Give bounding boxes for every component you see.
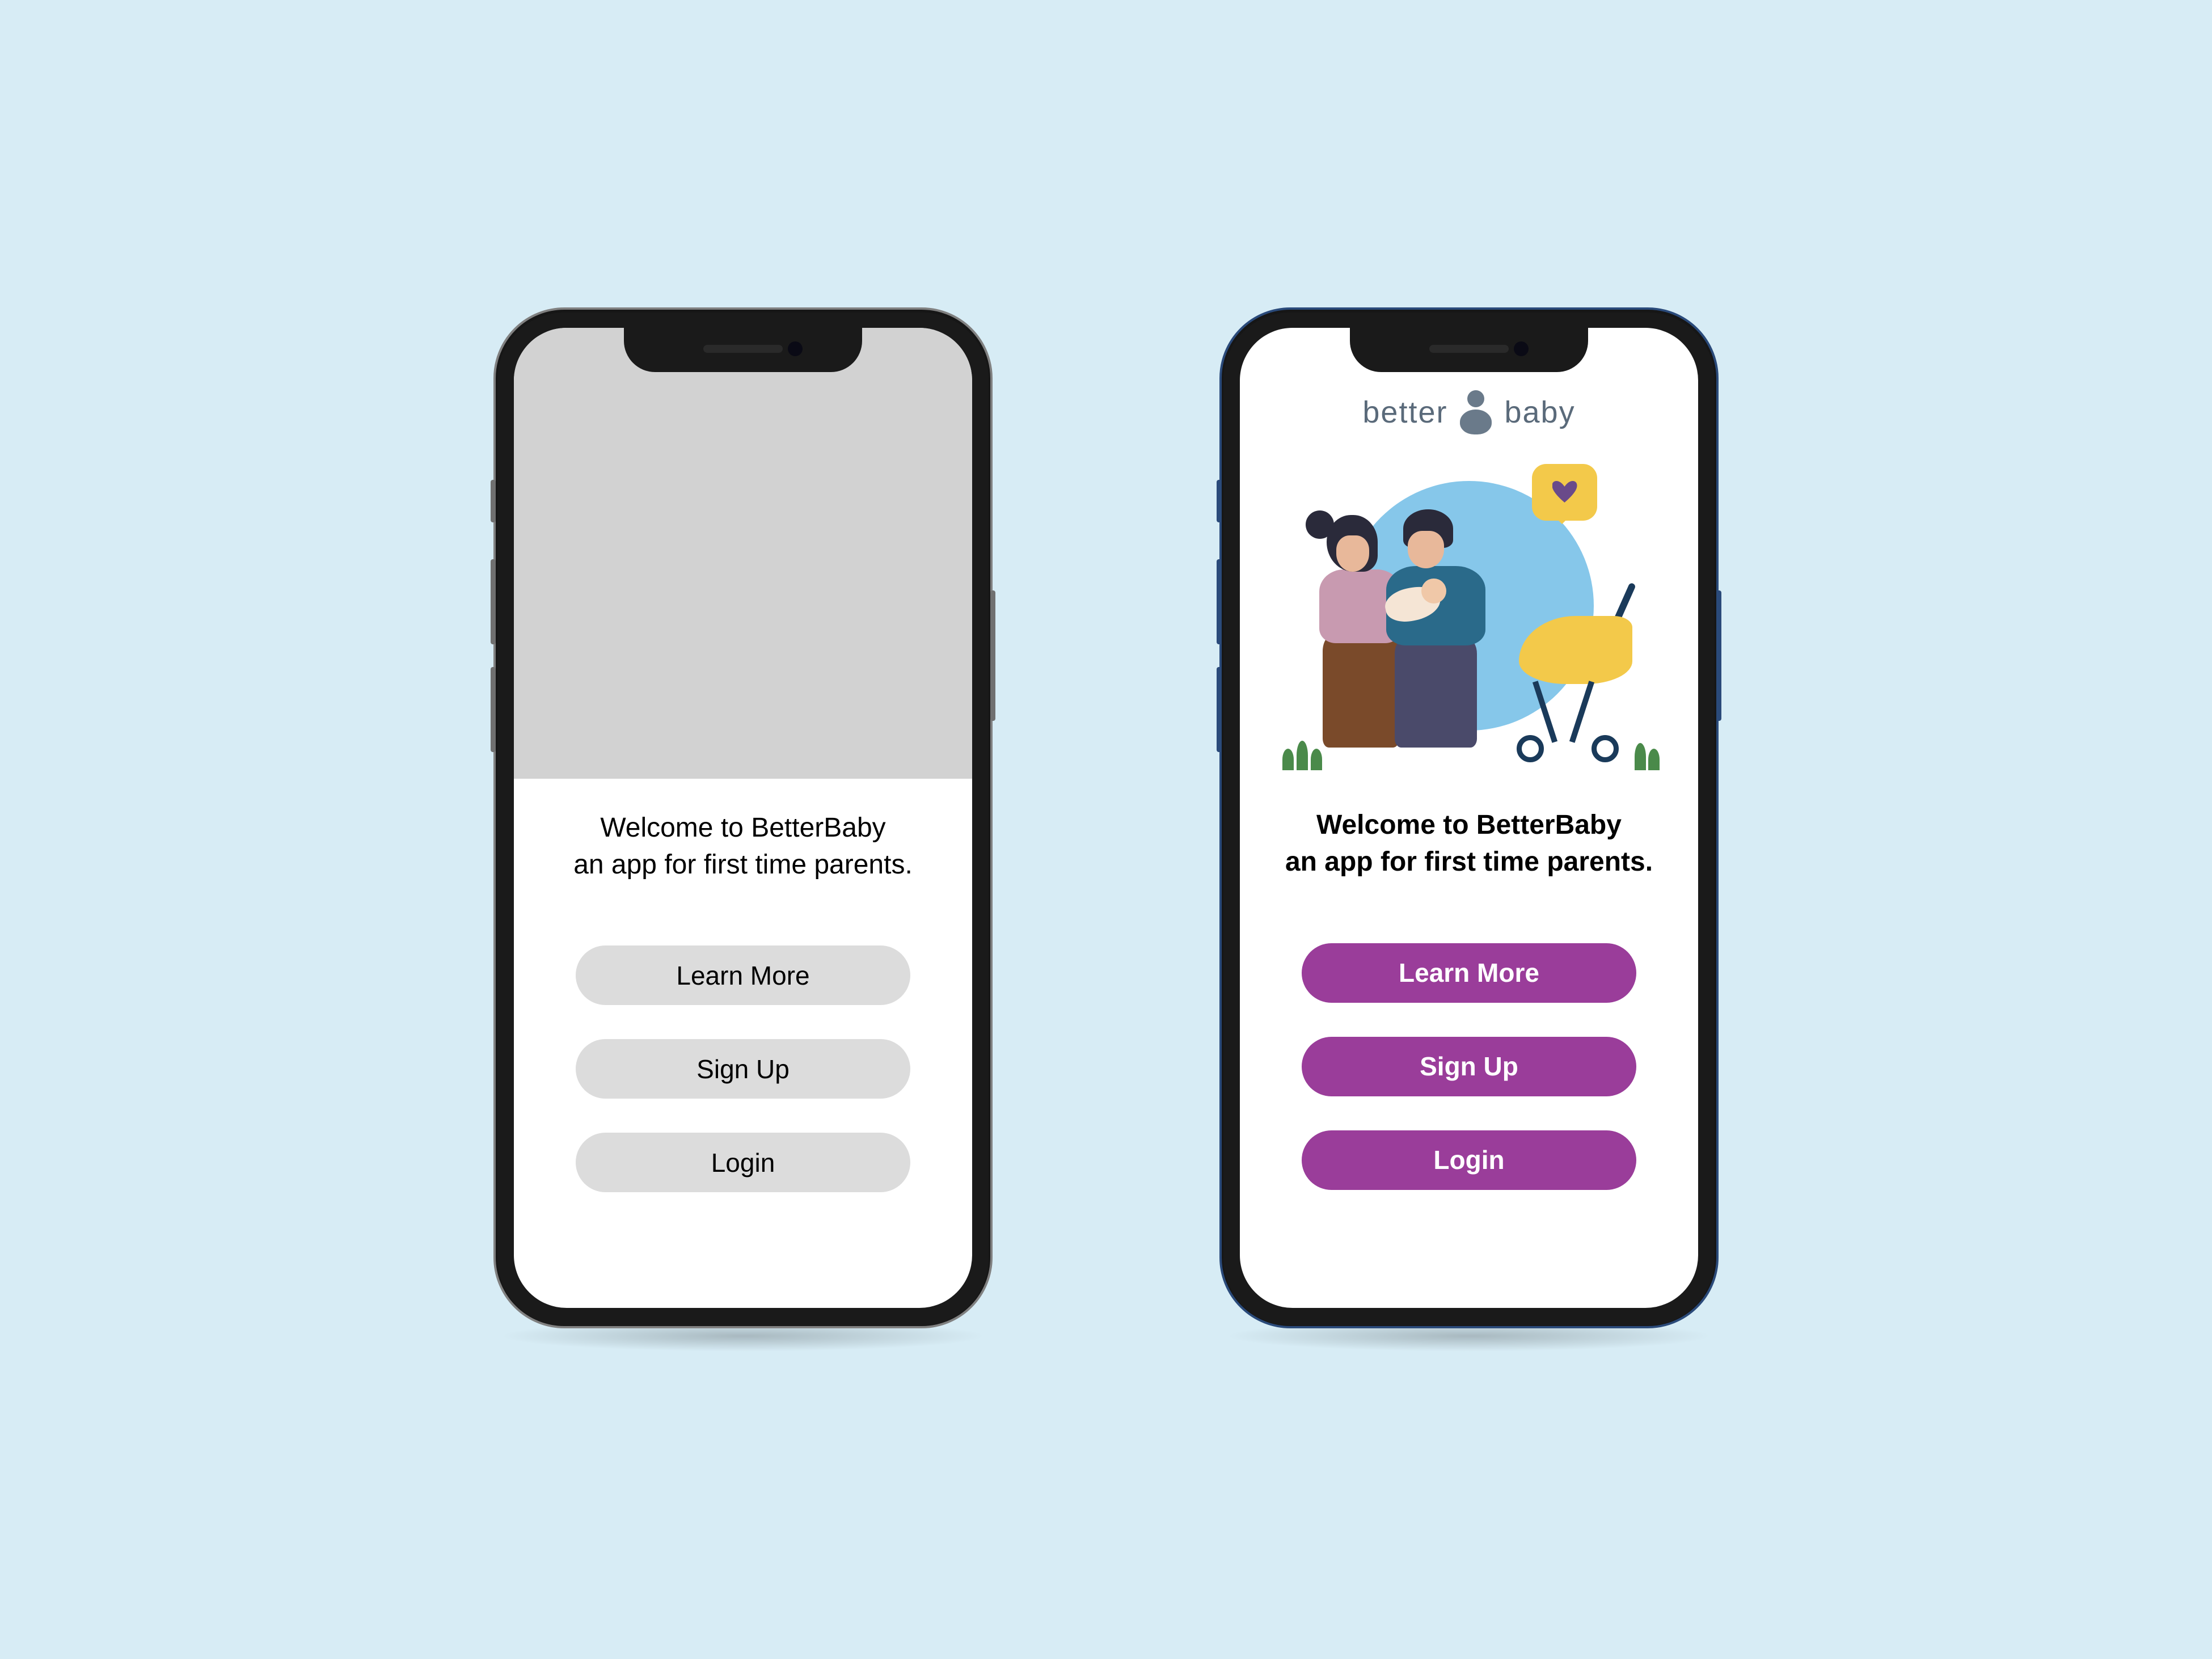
welcome-line-2: an app for first time parents. — [573, 847, 913, 884]
camera-icon — [1514, 341, 1529, 356]
final-screen: better baby — [1240, 328, 1698, 1308]
wireframe-mockup: Welcome to BetterBaby an app for first t… — [493, 307, 993, 1352]
sign-up-button[interactable]: Sign Up — [1302, 1037, 1636, 1096]
final-content: Welcome to BetterBaby an app for first t… — [1240, 776, 1698, 1224]
speech-bubble-icon — [1532, 464, 1597, 521]
welcome-heading: Welcome to BetterBaby an app for first t… — [573, 810, 913, 884]
parents-figure — [1295, 492, 1511, 765]
sign-up-button[interactable]: Sign Up — [576, 1039, 910, 1099]
wireframe-content: Welcome to BetterBaby an app for first t… — [514, 779, 972, 1227]
welcome-line-1: Welcome to BetterBaby — [573, 810, 913, 847]
final-design-mockup: better baby — [1219, 307, 1719, 1352]
hero-illustration — [1240, 447, 1698, 776]
logo-text-right: baby — [1504, 395, 1575, 430]
login-button[interactable]: Login — [576, 1133, 910, 1192]
stroller-icon — [1500, 581, 1647, 762]
phone-notch — [624, 326, 862, 372]
logo-text-left: better — [1362, 395, 1447, 430]
phone-frame-blue: better baby — [1219, 307, 1719, 1328]
camera-icon — [788, 341, 803, 356]
speaker-icon — [1429, 345, 1509, 353]
hero-image-placeholder — [514, 328, 972, 779]
heart-icon — [1552, 480, 1577, 505]
learn-more-button[interactable]: Learn More — [1302, 943, 1636, 1003]
speaker-icon — [703, 345, 783, 353]
phone-notch — [1350, 326, 1588, 372]
baby-figure-icon — [1458, 390, 1494, 434]
login-button[interactable]: Login — [1302, 1130, 1636, 1190]
wireframe-screen: Welcome to BetterBaby an app for first t… — [514, 328, 972, 1308]
phone-frame-silver: Welcome to BetterBaby an app for first t… — [493, 307, 993, 1328]
welcome-line-2: an app for first time parents. — [1285, 844, 1653, 881]
learn-more-button[interactable]: Learn More — [576, 945, 910, 1005]
welcome-line-1: Welcome to BetterBaby — [1285, 807, 1653, 844]
welcome-heading: Welcome to BetterBaby an app for first t… — [1285, 807, 1653, 881]
